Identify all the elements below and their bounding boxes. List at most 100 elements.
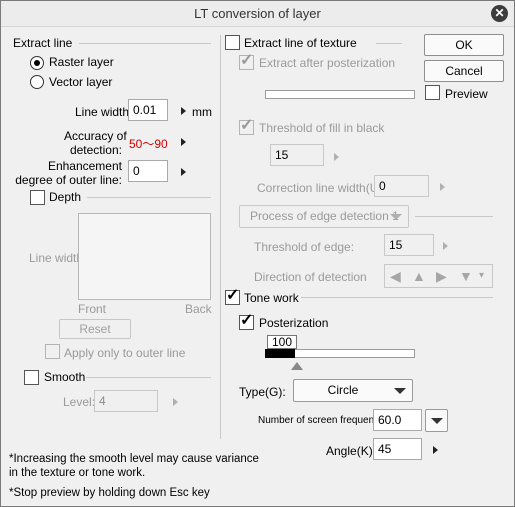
enhancement-label-line1: Enhancement — [47, 159, 122, 173]
check-icon: ✓ — [240, 117, 254, 134]
accuracy-label-line1: Accuracy of — [64, 129, 127, 143]
accuracy-label-line2: detection: — [69, 143, 122, 157]
depth-back-label: Back — [185, 302, 212, 316]
esc-note: *Stop preview by holding down Esc key — [9, 487, 210, 499]
angle-arrow-icon[interactable] — [433, 446, 438, 454]
tone-work-checkbox[interactable]: ✓ — [225, 287, 240, 305]
threshold-edge-label: Threshold of edge: — [254, 240, 355, 254]
depth-graph — [78, 213, 211, 300]
direction-buttons: ◀ ▲ ▶ ▼ ▾ — [384, 264, 493, 288]
check-icon: ✓ — [240, 312, 254, 329]
extract-line-header: Extract line — [13, 36, 73, 50]
smooth-checkbox[interactable] — [24, 370, 39, 385]
extract-texture-label: Extract line of texture — [244, 36, 357, 50]
apply-outer-line-label: Apply only to outer line — [64, 346, 186, 360]
reset-button[interactable]: Reset — [59, 319, 131, 339]
accuracy-label: Accuracy of detection: — [64, 129, 127, 157]
smooth-level-label: Level: — [63, 395, 96, 409]
type-select[interactable]: Circle — [293, 379, 413, 402]
window-title: LT conversion of layer — [194, 6, 321, 21]
lt-conversion-dialog: LT conversion of layer ✕ Extract line Ra… — [0, 0, 515, 507]
screen-frequency-dropdown[interactable] — [425, 409, 448, 432]
smooth-level-input[interactable]: 4 — [94, 390, 158, 412]
accuracy-value[interactable]: 50〜90 — [129, 135, 168, 152]
vector-layer-label: Vector layer — [49, 75, 113, 89]
arrow-up-icon[interactable]: ▲ — [412, 268, 426, 284]
correction-arrow-icon[interactable] — [440, 183, 445, 191]
chevron-down-icon — [431, 418, 443, 424]
posterization-value[interactable]: 100 — [267, 335, 297, 349]
posterization-handle-icon[interactable] — [291, 362, 303, 370]
raster-layer-label: Raster layer — [49, 55, 114, 69]
tone-work-label: Tone work — [244, 291, 299, 305]
enhancement-input[interactable]: 0 — [128, 160, 168, 182]
check-icon: ✓ — [226, 287, 240, 304]
depth-graph-y-label: Line width — [29, 251, 84, 265]
arrow-left-icon[interactable]: ◀ — [390, 268, 401, 285]
threshold-fill-checkbox[interactable]: ✓ — [239, 117, 254, 135]
line-width-label: Line width: — [75, 105, 133, 119]
depth-label: Depth — [49, 190, 82, 204]
threshold-fill-label: Threshold of fill in black — [259, 121, 385, 135]
type-label: Type(G): — [239, 385, 286, 399]
line-width-unit: mm — [192, 105, 212, 119]
separator — [415, 216, 493, 217]
enhancement-label: Enhancement degree of outer line: — [11, 159, 122, 187]
edge-detection-select[interactable]: Process of edge detection 1 — [239, 205, 409, 228]
separator — [376, 43, 402, 44]
line-width-arrow-icon[interactable] — [181, 107, 186, 115]
chevron-down-icon[interactable]: ▾ — [479, 270, 484, 281]
posterization-texture-slider[interactable] — [265, 90, 415, 99]
type-value: Circle — [327, 383, 359, 397]
correction-line-width-input[interactable]: 0 — [374, 175, 429, 197]
ok-button[interactable]: OK — [424, 34, 504, 56]
separator — [301, 297, 493, 298]
vector-layer-radio[interactable] — [30, 75, 44, 89]
preview-label: Preview — [445, 87, 488, 101]
separator — [79, 43, 211, 44]
enhancement-label-line2: degree of outer line: — [15, 173, 122, 187]
threshold-edge-input[interactable]: 15 — [384, 234, 434, 256]
smooth-note-line2: in the texture or tone work. — [9, 467, 146, 479]
angle-input[interactable]: 45 — [373, 438, 422, 460]
threshold-fill-input[interactable]: 15 — [270, 144, 324, 166]
arrow-right-icon[interactable]: ▶ — [436, 268, 447, 285]
separator — [86, 377, 211, 378]
accuracy-arrow-icon[interactable] — [181, 138, 186, 146]
title-bar: LT conversion of layer ✕ — [1, 1, 514, 27]
smooth-note-line1: *Increasing the smooth level may cause v… — [9, 453, 259, 465]
smooth-note: *Increasing the smooth level may cause v… — [9, 452, 259, 480]
separator — [87, 197, 211, 198]
posterization-slider[interactable]: 100 — [265, 335, 415, 359]
chevron-down-icon — [394, 388, 406, 394]
enhancement-arrow-icon[interactable] — [181, 168, 186, 176]
smooth-level-arrow-icon[interactable] — [173, 398, 178, 406]
close-icon: ✕ — [494, 6, 505, 20]
arrow-down-icon[interactable]: ▼ — [459, 268, 473, 284]
direction-label: Direction of detection — [254, 270, 367, 284]
edge-detection-value: Process of edge detection 1 — [250, 209, 399, 223]
extract-texture-checkbox[interactable] — [225, 35, 240, 50]
smooth-label: Smooth — [44, 370, 86, 384]
angle-label: Angle(K): — [326, 444, 377, 458]
extract-after-posterization-label: Extract after posterization — [259, 56, 396, 70]
column-divider — [220, 35, 221, 439]
screen-frequency-input[interactable]: 60.0 — [373, 409, 422, 431]
posterization-checkbox[interactable]: ✓ — [239, 312, 254, 330]
depth-front-label: Front — [78, 302, 107, 316]
apply-outer-line-checkbox[interactable] — [45, 344, 60, 359]
check-icon: ✓ — [240, 52, 254, 69]
posterization-label: Posterization — [259, 316, 329, 330]
preview-checkbox[interactable] — [425, 85, 440, 100]
threshold-fill-arrow-icon[interactable] — [334, 153, 339, 161]
line-width-input[interactable]: 0.01 — [128, 99, 168, 121]
close-button[interactable]: ✕ — [491, 5, 508, 22]
cancel-button[interactable]: Cancel — [424, 60, 504, 82]
extract-after-posterization-checkbox[interactable]: ✓ — [239, 52, 254, 70]
correction-line-width-label: Correction line width(U): — [257, 181, 386, 195]
raster-layer-radio[interactable] — [30, 56, 44, 70]
posterization-slider-fill — [265, 349, 295, 358]
chevron-down-icon — [390, 214, 402, 220]
depth-checkbox[interactable] — [30, 190, 45, 205]
threshold-edge-arrow-icon[interactable] — [443, 242, 448, 250]
